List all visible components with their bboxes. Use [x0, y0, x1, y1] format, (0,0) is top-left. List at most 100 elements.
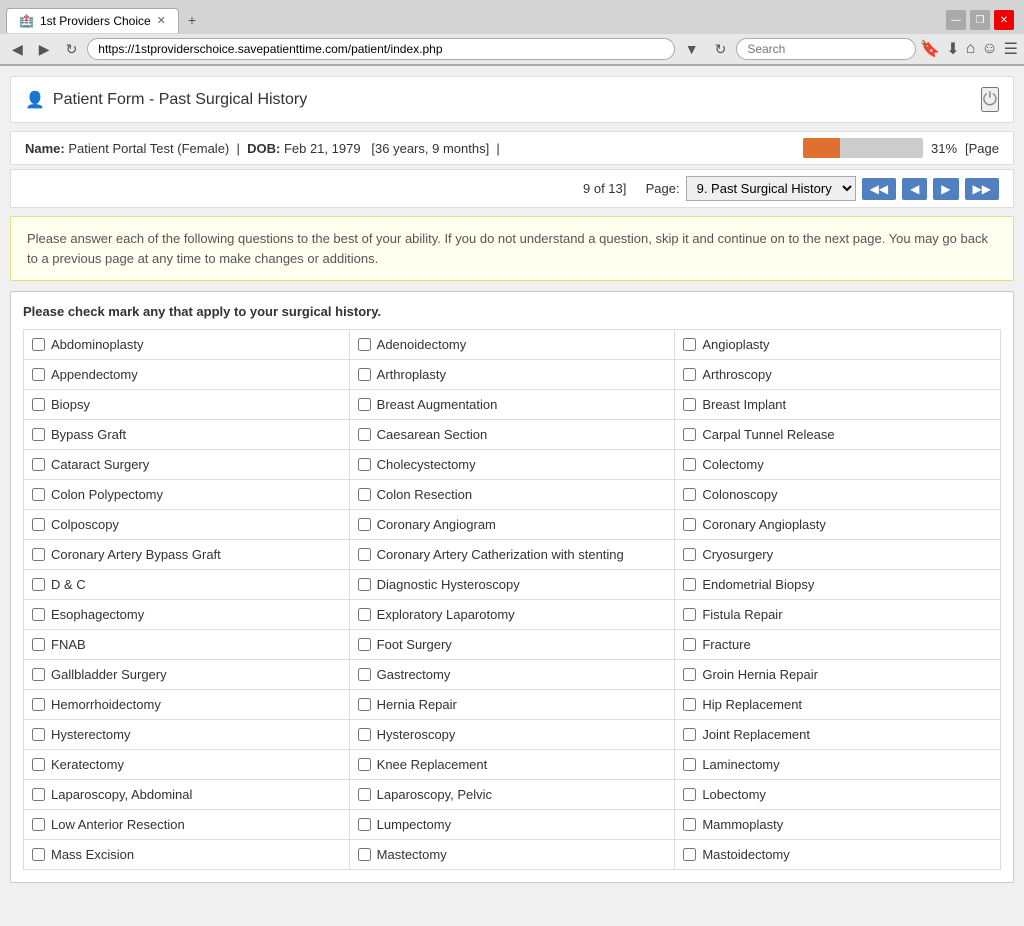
forward-button[interactable]: ▶ — [33, 39, 56, 60]
surgery-checkbox[interactable] — [683, 428, 696, 441]
surgery-checkbox[interactable] — [683, 368, 696, 381]
surgery-checkbox[interactable] — [32, 698, 45, 711]
page-selector[interactable]: 9. Past Surgical History 1. Personal Inf… — [686, 176, 856, 201]
surgery-checkbox[interactable] — [358, 818, 371, 831]
surgery-checkbox[interactable] — [32, 488, 45, 501]
surgery-checkbox[interactable] — [683, 608, 696, 621]
surgery-item: Caesarean Section — [350, 420, 676, 450]
progress-bar-inner — [803, 138, 840, 158]
refresh-button[interactable]: ↻ — [60, 39, 84, 60]
back-button[interactable]: ◀ — [6, 39, 29, 60]
close-button[interactable]: ✕ — [994, 10, 1014, 30]
surgery-item: Low Anterior Resection — [24, 810, 350, 840]
surgery-checkbox[interactable] — [32, 338, 45, 351]
surgery-checkbox[interactable] — [358, 488, 371, 501]
surgery-checkbox[interactable] — [358, 548, 371, 561]
surgery-label: Hysterectomy — [51, 727, 130, 742]
prev-page-button[interactable]: ◀ — [902, 178, 927, 200]
surgery-checkbox[interactable] — [683, 398, 696, 411]
browser-tab[interactable]: 🏥 1st Providers Choice ✕ — [6, 8, 179, 33]
surgery-item: Foot Surgery — [350, 630, 676, 660]
surgery-item: Gallbladder Surgery — [24, 660, 350, 690]
surgery-checkbox[interactable] — [683, 518, 696, 531]
window-controls: — ❐ ✕ — [942, 6, 1018, 34]
surgery-checkbox[interactable] — [683, 668, 696, 681]
surgery-checkbox[interactable] — [683, 848, 696, 861]
surgery-checkbox[interactable] — [32, 518, 45, 531]
go-button[interactable]: ↻ — [709, 39, 733, 60]
surgery-item: Bypass Graft — [24, 420, 350, 450]
surgery-checkbox[interactable] — [358, 368, 371, 381]
surgery-checkbox[interactable] — [358, 428, 371, 441]
surgery-label: Coronary Angiogram — [377, 517, 496, 532]
age-value: [36 years, 9 months] — [371, 141, 489, 156]
surgery-checkbox[interactable] — [358, 638, 371, 651]
surgery-checkbox[interactable] — [683, 728, 696, 741]
surgery-label: Hysteroscopy — [377, 727, 456, 742]
surgery-checkbox[interactable] — [683, 578, 696, 591]
surgery-checkbox[interactable] — [358, 788, 371, 801]
surgery-checkbox[interactable] — [32, 758, 45, 771]
surgery-label: Breast Augmentation — [377, 397, 498, 412]
surgery-checkbox[interactable] — [358, 578, 371, 591]
page-header-title: 👤 Patient Form - Past Surgical History — [25, 90, 307, 110]
surgery-checkbox[interactable] — [32, 398, 45, 411]
surgery-item: Fracture — [675, 630, 1001, 660]
new-tab-button[interactable]: + — [179, 7, 205, 33]
surgery-checkbox[interactable] — [32, 458, 45, 471]
surgery-checkbox[interactable] — [358, 398, 371, 411]
surgery-checkbox[interactable] — [358, 518, 371, 531]
surgery-checkbox[interactable] — [32, 818, 45, 831]
surgery-checkbox[interactable] — [358, 758, 371, 771]
search-input[interactable] — [736, 38, 916, 60]
profile-icon[interactable]: ☺ — [981, 40, 997, 58]
surgery-checkbox[interactable] — [683, 758, 696, 771]
maximize-button[interactable]: ❐ — [970, 10, 990, 30]
tab-close-button[interactable]: ✕ — [157, 14, 166, 27]
dropdown-button[interactable]: ▼ — [679, 39, 705, 59]
surgery-checkbox[interactable] — [683, 338, 696, 351]
surgery-checkbox[interactable] — [358, 848, 371, 861]
surgery-checkbox[interactable] — [32, 728, 45, 741]
surgery-checkbox[interactable] — [683, 548, 696, 561]
surgery-checkbox[interactable] — [358, 698, 371, 711]
minimize-button[interactable]: — — [946, 10, 966, 30]
surgery-checkbox[interactable] — [683, 638, 696, 651]
first-page-button[interactable]: ◀◀ — [862, 178, 896, 200]
surgery-checkbox[interactable] — [358, 608, 371, 621]
surgery-item: Colon Resection — [350, 480, 676, 510]
surgery-checkbox[interactable] — [358, 668, 371, 681]
menu-icon[interactable]: ☰ — [1004, 39, 1018, 59]
surgery-checkbox[interactable] — [683, 698, 696, 711]
download-icon[interactable]: ⬇ — [946, 39, 959, 59]
next-page-button[interactable]: ▶ — [933, 178, 958, 200]
surgery-checkbox[interactable] — [32, 608, 45, 621]
surgery-checkbox[interactable] — [32, 368, 45, 381]
surgery-checkbox[interactable] — [32, 638, 45, 651]
surgery-checkbox[interactable] — [683, 788, 696, 801]
surgery-checkbox[interactable] — [32, 428, 45, 441]
patient-info-bar: Name: Patient Portal Test (Female) | DOB… — [10, 131, 1014, 165]
surgery-checkbox[interactable] — [32, 788, 45, 801]
tab-bar: 🏥 1st Providers Choice ✕ + — ❐ ✕ — [0, 0, 1024, 34]
surgery-checkbox[interactable] — [683, 818, 696, 831]
surgery-label: FNAB — [51, 637, 86, 652]
dob-label: DOB: — [247, 141, 280, 156]
surgery-checkbox[interactable] — [32, 848, 45, 861]
surgery-checkbox[interactable] — [32, 548, 45, 561]
tab-favicon: 🏥 — [19, 14, 34, 28]
power-button[interactable]: ⏻ — [981, 87, 999, 112]
surgery-checkbox[interactable] — [358, 458, 371, 471]
surgery-checkbox[interactable] — [683, 488, 696, 501]
name-label: Name: — [25, 141, 65, 156]
surgery-label: Hemorrhoidectomy — [51, 697, 161, 712]
surgery-checkbox[interactable] — [358, 338, 371, 351]
surgery-checkbox[interactable] — [683, 458, 696, 471]
home-icon[interactable]: ⌂ — [966, 40, 976, 58]
last-page-button[interactable]: ▶▶ — [965, 178, 999, 200]
surgery-checkbox[interactable] — [32, 668, 45, 681]
surgery-checkbox[interactable] — [32, 578, 45, 591]
bookmark-icon[interactable]: 🔖 — [920, 39, 940, 59]
address-input[interactable] — [87, 38, 674, 60]
surgery-checkbox[interactable] — [358, 728, 371, 741]
